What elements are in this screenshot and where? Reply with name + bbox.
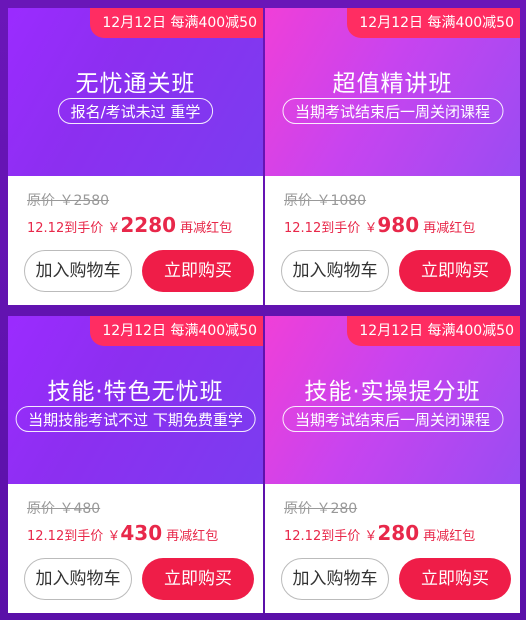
- add-to-cart-button[interactable]: 加入购物车: [281, 558, 389, 600]
- add-to-cart-button[interactable]: 加入购物车: [24, 558, 132, 600]
- sale-price: 980: [377, 213, 420, 237]
- course-title: 超值精讲班: [332, 71, 453, 97]
- course-card[interactable]: 12月12日 每满400减50 无忧通关班 报名/考试未过 重学 原价 ￥258…: [8, 8, 263, 305]
- buy-now-button[interactable]: 立即购买: [142, 558, 254, 600]
- sale-price-suffix: 再减红包: [162, 529, 219, 544]
- add-to-cart-button[interactable]: 加入购物车: [24, 250, 132, 292]
- course-card[interactable]: 12月12日 每满400减50 超值精讲班 当期考试结束后一周关闭课程 原价 ￥…: [265, 8, 520, 305]
- course-title: 技能·实操提分班: [304, 379, 481, 405]
- promo-badge: 12月12日 每满400减50: [347, 8, 520, 38]
- sale-price-suffix: 再减红包: [419, 529, 476, 544]
- price-area: 原价 ￥280 12.12到手价 ￥280 再减红包 加入购物车 立即购买: [265, 484, 520, 613]
- course-subtitle: 报名/考试未过 重学: [57, 98, 214, 124]
- course-grid: 12月12日 每满400减50 无忧通关班 报名/考试未过 重学 原价 ￥258…: [0, 0, 526, 620]
- course-banner: 12月12日 每满400减50 无忧通关班 报名/考试未过 重学: [8, 8, 263, 176]
- promo-badge: 12月12日 每满400减50: [347, 316, 520, 346]
- sale-price-prefix: 12.12到手价 ￥: [27, 529, 121, 544]
- sale-price-line: 12.12到手价 ￥430 再减红包: [27, 521, 218, 545]
- sale-price-line: 12.12到手价 ￥2280 再减红包: [27, 213, 232, 237]
- add-to-cart-button[interactable]: 加入购物车: [281, 250, 389, 292]
- price-area: 原价 ￥2580 12.12到手价 ￥2280 再减红包 加入购物车 立即购买: [8, 176, 263, 305]
- course-title: 技能·特色无忧班: [47, 379, 224, 405]
- course-title: 无忧通关班: [75, 71, 196, 97]
- sale-price-suffix: 再减红包: [419, 221, 476, 236]
- promo-badge: 12月12日 每满400减50: [90, 8, 263, 38]
- sale-price-line: 12.12到手价 ￥280 再减红包: [284, 521, 475, 545]
- original-price: 原价 ￥280: [284, 501, 358, 517]
- course-card[interactable]: 12月12日 每满400减50 技能·特色无忧班 当期技能考试不过 下期免费重学…: [8, 316, 263, 613]
- course-banner: 12月12日 每满400减50 技能·特色无忧班 当期技能考试不过 下期免费重学: [8, 316, 263, 484]
- sale-price-line: 12.12到手价 ￥980 再减红包: [284, 213, 475, 237]
- price-area: 原价 ￥1080 12.12到手价 ￥980 再减红包 加入购物车 立即购买: [265, 176, 520, 305]
- course-subtitle: 当期技能考试不过 下期免费重学: [15, 406, 256, 432]
- sale-price-suffix: 再减红包: [176, 221, 233, 236]
- promo-badge: 12月12日 每满400减50: [90, 316, 263, 346]
- sale-price: 430: [120, 521, 163, 545]
- original-price: 原价 ￥480: [27, 501, 101, 517]
- course-banner: 12月12日 每满400减50 超值精讲班 当期考试结束后一周关闭课程: [265, 8, 520, 176]
- sale-price: 280: [377, 521, 420, 545]
- price-area: 原价 ￥480 12.12到手价 ￥430 再减红包 加入购物车 立即购买: [8, 484, 263, 613]
- course-subtitle: 当期考试结束后一周关闭课程: [281, 406, 504, 432]
- buy-now-button[interactable]: 立即购买: [399, 558, 511, 600]
- buy-now-button[interactable]: 立即购买: [399, 250, 511, 292]
- course-banner: 12月12日 每满400减50 技能·实操提分班 当期考试结束后一周关闭课程: [265, 316, 520, 484]
- original-price: 原价 ￥2580: [27, 193, 110, 209]
- buy-now-button[interactable]: 立即购买: [142, 250, 254, 292]
- course-subtitle: 当期考试结束后一周关闭课程: [281, 98, 504, 124]
- sale-price: 2280: [120, 213, 177, 237]
- sale-price-prefix: 12.12到手价 ￥: [27, 221, 121, 236]
- course-card[interactable]: 12月12日 每满400减50 技能·实操提分班 当期考试结束后一周关闭课程 原…: [265, 316, 520, 613]
- sale-price-prefix: 12.12到手价 ￥: [284, 529, 378, 544]
- sale-price-prefix: 12.12到手价 ￥: [284, 221, 378, 236]
- original-price: 原价 ￥1080: [284, 193, 367, 209]
